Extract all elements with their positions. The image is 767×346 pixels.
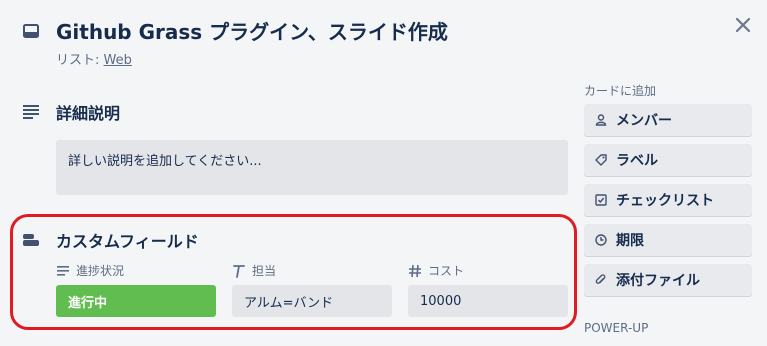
attachment-label: 添付ファイル [616, 273, 700, 289]
paperclip-icon [594, 273, 608, 287]
attachment-button[interactable]: 添付ファイル [584, 264, 752, 296]
labels-label: ラベル [616, 153, 658, 169]
field-label-text: コスト [428, 264, 465, 278]
card-icon [22, 22, 40, 40]
field-label-cost: コスト [408, 262, 464, 279]
description-input[interactable]: 詳しい説明を追加してください... [56, 140, 568, 195]
close-icon [735, 17, 751, 33]
field-label-text: 担当 [252, 264, 277, 278]
card-title[interactable]: Github Grass プラグイン、スライド作成 [56, 16, 448, 48]
due-date-button[interactable]: 期限 [584, 224, 752, 256]
tag-icon [594, 153, 608, 167]
checkbox-icon [594, 193, 608, 207]
person-icon [594, 113, 608, 127]
list-lines-icon [57, 265, 69, 276]
checklist-button[interactable]: チェックリスト [584, 184, 752, 216]
due-date-label: 期限 [616, 233, 644, 249]
custom-fields-heading: カスタムフィールド [56, 232, 199, 251]
powerup-heading: POWER-UP [584, 321, 649, 335]
field-label-owner: 担当 [232, 262, 276, 279]
list-link[interactable]: Web [104, 53, 132, 68]
members-button[interactable]: メンバー [584, 104, 752, 136]
description-heading: 詳細説明 [56, 104, 121, 123]
description-icon [22, 102, 40, 120]
checklist-label: チェックリスト [616, 193, 714, 209]
text-t-icon [233, 264, 245, 278]
custom-fields-icon [22, 232, 40, 246]
cost-field[interactable]: 10000 [408, 285, 568, 317]
clock-icon [594, 233, 608, 247]
close-button[interactable] [728, 10, 758, 40]
field-label-text: 進捗状況 [76, 264, 125, 278]
list-prefix: リスト: [56, 53, 104, 68]
members-label: メンバー [616, 113, 672, 129]
hash-icon [409, 264, 421, 277]
status-field[interactable]: 進行中 [56, 285, 216, 317]
add-to-card-heading: カードに追加 [584, 84, 657, 98]
list-info: リスト: Web [56, 49, 132, 68]
owner-field[interactable]: アルム=バンド [232, 285, 392, 317]
labels-button[interactable]: ラベル [584, 144, 752, 176]
field-label-status: 進捗状況 [56, 262, 124, 279]
